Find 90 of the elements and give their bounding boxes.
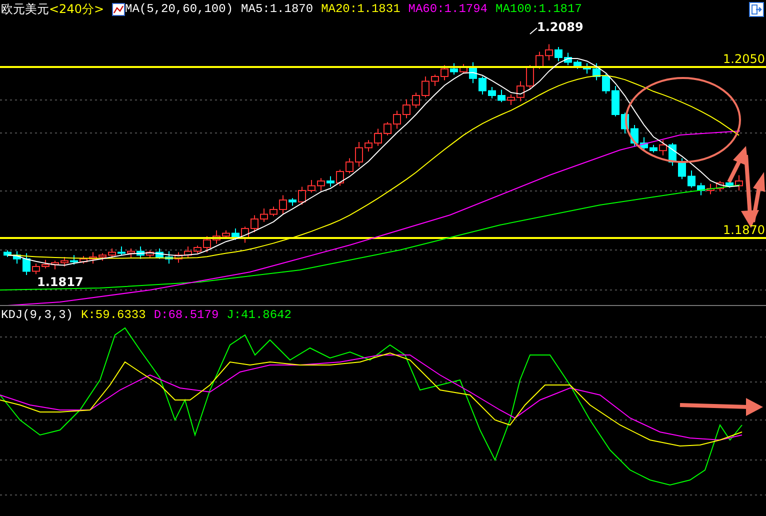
candlestick xyxy=(4,250,12,258)
candlestick xyxy=(260,208,268,222)
candlestick xyxy=(308,180,316,193)
indicator-value: K:59.6333 xyxy=(81,306,146,324)
low-price-label: 1.1817 xyxy=(37,274,84,291)
candlestick xyxy=(678,158,686,180)
indicator-value: D:68.5179 xyxy=(154,306,219,324)
candlestick xyxy=(279,194,287,215)
candlestick xyxy=(659,140,667,156)
candlestick xyxy=(412,92,420,108)
candlestick xyxy=(22,252,30,276)
candlestick xyxy=(650,144,658,153)
indicator-value: MA60:1.1794 xyxy=(408,1,488,18)
candlestick xyxy=(450,62,458,76)
candlestick xyxy=(212,230,220,244)
candlestick xyxy=(460,64,468,74)
candlestick xyxy=(80,256,88,264)
indicator-name: KDJ(9,3,3) xyxy=(1,306,74,324)
candlestick xyxy=(374,128,382,146)
candlestick xyxy=(478,76,486,96)
candlestick xyxy=(697,182,705,196)
candlestick xyxy=(422,76,430,98)
candlestick xyxy=(326,176,334,188)
candlestick xyxy=(630,124,638,148)
candlestick xyxy=(488,86,496,99)
indicator-name: MA(5,20,60,100) xyxy=(125,1,234,18)
indicator-value: MA100:1.1817 xyxy=(496,1,582,18)
candlestick xyxy=(165,250,173,264)
candlestick xyxy=(364,140,372,152)
candlestick xyxy=(317,178,325,191)
candlestick xyxy=(146,250,154,258)
candlestick xyxy=(70,254,78,266)
candlestick xyxy=(735,174,743,191)
indicator-value: J:41.8642 xyxy=(226,306,292,324)
candlestick xyxy=(108,248,116,258)
candlestick xyxy=(583,62,591,74)
high-price-label: 1.2089 xyxy=(537,19,584,36)
candlestick xyxy=(136,246,144,260)
candlestick xyxy=(507,94,515,106)
candlestick xyxy=(592,62,600,81)
candlestick xyxy=(640,136,648,152)
exit-icon[interactable] xyxy=(749,2,764,16)
candlestick xyxy=(42,259,50,269)
line-chart-icon[interactable] xyxy=(112,2,126,16)
candlestick xyxy=(288,198,296,206)
high-marker xyxy=(530,28,538,34)
indicator-value: MA20:1.1831 xyxy=(321,1,400,18)
candlestick xyxy=(716,180,724,192)
candlestick xyxy=(336,169,344,186)
candlestick xyxy=(554,46,562,62)
candlestick xyxy=(469,62,477,84)
candlestick xyxy=(355,142,363,168)
candlestick xyxy=(127,248,135,258)
up-arrow xyxy=(751,172,765,222)
indicator-value: MA5:1.1870 xyxy=(241,1,314,18)
period-label[interactable]: <240分> xyxy=(49,0,104,18)
candlestick xyxy=(602,73,610,94)
candlestick xyxy=(222,230,230,240)
candlestick xyxy=(688,170,696,188)
candlestick xyxy=(706,183,714,195)
candlestick xyxy=(346,158,354,174)
candlestick xyxy=(516,80,524,102)
up-arrow xyxy=(727,146,748,183)
candlestick xyxy=(498,89,506,103)
price-level-label: 1.1870 xyxy=(723,223,765,237)
candlestick xyxy=(51,260,59,270)
candlestick xyxy=(545,44,553,61)
candlestick xyxy=(184,246,192,258)
candlestick xyxy=(174,252,182,264)
chart-title: 欧元美元 xyxy=(1,1,49,18)
candlestick xyxy=(194,245,202,254)
candlestick xyxy=(564,52,572,66)
candlestick xyxy=(250,214,258,233)
price-level-label: 1.2050 xyxy=(723,52,765,66)
candlestick xyxy=(89,252,97,264)
candlestick xyxy=(612,86,620,117)
candlestick xyxy=(60,256,68,267)
candlestick xyxy=(98,252,106,262)
candlestick xyxy=(118,246,126,256)
candlestick xyxy=(13,250,21,264)
candlestick xyxy=(384,122,392,136)
candlestick xyxy=(431,74,439,86)
candlestick xyxy=(402,98,410,119)
candlestick xyxy=(393,110,401,130)
candlestick xyxy=(270,206,278,217)
candlestick xyxy=(298,186,306,206)
candlestick xyxy=(32,263,40,275)
candlestick xyxy=(241,226,249,244)
candlestick xyxy=(621,112,629,134)
candlestick xyxy=(156,248,164,260)
